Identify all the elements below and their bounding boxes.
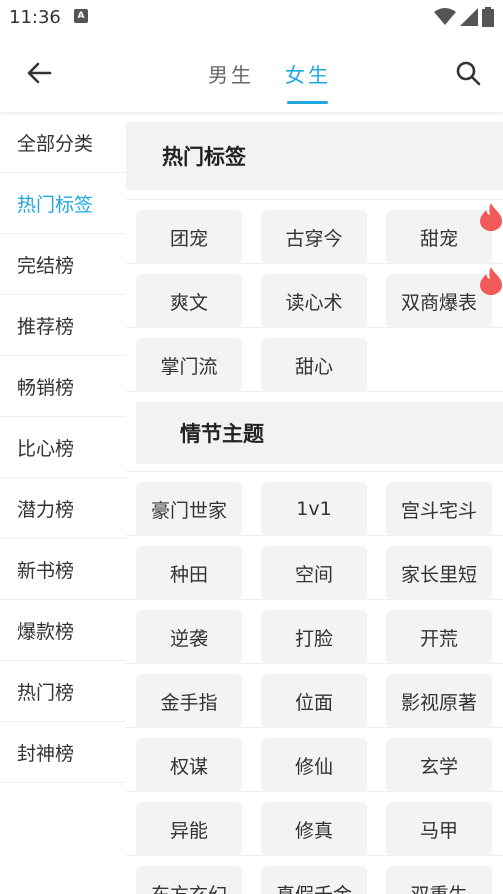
back-button[interactable]	[22, 56, 56, 90]
wifi-icon	[434, 8, 456, 25]
tag-chip[interactable]: 团宠	[136, 210, 242, 264]
tag-chip[interactable]: 读心术	[261, 274, 367, 328]
tag-chip[interactable]: 古穿今	[261, 210, 367, 264]
tag-chip[interactable]: 异能	[136, 802, 242, 856]
tag-chip[interactable]: 修真	[261, 802, 367, 856]
active-tab-indicator	[287, 101, 328, 104]
tag-chip[interactable]: 权谋	[136, 738, 242, 792]
tag-chip[interactable]: 爽文	[136, 274, 242, 328]
tab-female[interactable]: 女生	[285, 59, 331, 88]
battery-icon	[482, 7, 494, 27]
status-bar: 11:36 A	[0, 0, 503, 36]
signal-icon	[460, 8, 478, 26]
tag-content: 热门标签 团宠 古穿今 甜宠 爽文 读心术 双商爆表 掌门流 甜心 情节主题 豪…	[126, 112, 503, 894]
section-divider	[126, 190, 503, 200]
tag-chip[interactable]: 豪门世家	[136, 482, 242, 536]
tag-row: 逆袭 打脸 开荒	[126, 600, 503, 664]
tag-chip[interactable]: 空间	[261, 546, 367, 600]
tag-row: 东方玄幻 真假千金 双重生	[126, 856, 503, 894]
tab-male[interactable]: 男生	[208, 59, 254, 88]
tag-chip[interactable]: 修仙	[261, 738, 367, 792]
tag-chip[interactable]: 甜宠	[386, 203, 502, 264]
section-divider	[126, 464, 503, 472]
tag-chip[interactable]: 真假千金	[261, 866, 367, 894]
tag-chip[interactable]: 开荒	[386, 610, 492, 664]
sidebar-item-hot-tags[interactable]: 热门标签	[0, 173, 126, 234]
section-title-plot-themes: 情节主题	[136, 402, 503, 464]
sidebar-item-popular[interactable]: 热门榜	[0, 661, 126, 722]
status-icons	[434, 7, 494, 27]
tag-chip[interactable]: 位面	[261, 674, 367, 728]
tag-row: 异能 修真 马甲	[126, 792, 503, 856]
back-arrow-icon	[27, 62, 52, 84]
tag-chip[interactable]: 逆袭	[136, 610, 242, 664]
search-icon	[456, 61, 481, 86]
tag-chip-label: 双商爆表	[400, 291, 477, 314]
tag-row: 团宠 古穿今 甜宠	[126, 200, 503, 264]
tag-row: 金手指 位面 影视原著	[126, 664, 503, 728]
tag-chip[interactable]: 宫斗宅斗	[386, 482, 492, 536]
tag-chip[interactable]: 种田	[136, 546, 242, 600]
tag-chip[interactable]: 马甲	[386, 802, 492, 856]
tag-chip[interactable]: 双商爆表	[386, 267, 502, 328]
tag-chip[interactable]: 打脸	[261, 610, 367, 664]
sidebar-item-new-books[interactable]: 新书榜	[0, 539, 126, 600]
status-time: 11:36	[9, 7, 61, 28]
tag-chip[interactable]: 玄学	[386, 738, 492, 792]
tag-row: 权谋 修仙 玄学	[126, 728, 503, 792]
fire-icon	[480, 267, 502, 295]
sidebar-item-viral[interactable]: 爆款榜	[0, 600, 126, 661]
tag-chip[interactable]: 影视原著	[386, 674, 492, 728]
tag-chip[interactable]: 双重生	[386, 866, 492, 894]
fire-icon	[480, 203, 502, 231]
sidebar-item-recommended[interactable]: 推荐榜	[0, 295, 126, 356]
sidebar-item-all-categories[interactable]: 全部分类	[0, 112, 126, 173]
tag-row: 掌门流 甜心	[126, 328, 503, 392]
tag-chip[interactable]: 东方玄幻	[136, 866, 242, 894]
sidebar-item-completed[interactable]: 完结榜	[0, 234, 126, 295]
tag-row: 爽文 读心术 双商爆表	[126, 264, 503, 328]
top-header: 男生 女生	[0, 36, 503, 112]
tag-chip[interactable]: 甜心	[261, 338, 367, 392]
category-sidebar: 全部分类 热门标签 完结榜 推荐榜 畅销榜 比心榜 潜力榜 新书榜 爆款榜 热门…	[0, 112, 126, 894]
tag-row: 种田 空间 家长里短	[126, 536, 503, 600]
sidebar-item-potential[interactable]: 潜力榜	[0, 478, 126, 539]
sidebar-item-legend[interactable]: 封神榜	[0, 722, 126, 783]
tag-chip[interactable]: 掌门流	[136, 338, 242, 392]
tag-chip-label: 甜宠	[419, 227, 458, 250]
sidebar-item-bixin[interactable]: 比心榜	[0, 417, 126, 478]
sidebar-item-bestseller[interactable]: 畅销榜	[0, 356, 126, 417]
notification-icon: A	[74, 9, 88, 23]
tag-chip[interactable]: 金手指	[136, 674, 242, 728]
tag-chip[interactable]: 家长里短	[386, 546, 492, 600]
tag-row: 豪门世家 1v1 宫斗宅斗	[126, 472, 503, 536]
section-title-hot-tags: 热门标签	[126, 122, 503, 190]
tag-chip[interactable]: 1v1	[261, 482, 367, 536]
search-button[interactable]	[451, 56, 485, 90]
content-top-spacer	[126, 112, 503, 122]
